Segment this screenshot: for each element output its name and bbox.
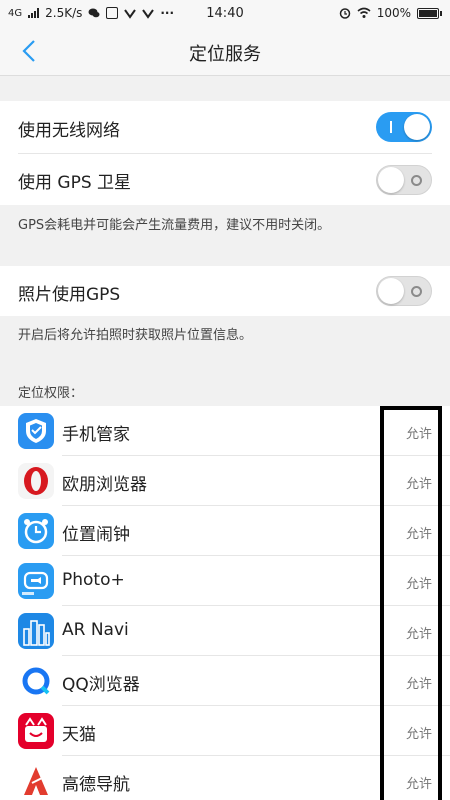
wireless-row[interactable]: 使用无线网络 — [0, 101, 450, 153]
app-row-opera[interactable]: 欧朋浏览器 允许 — [0, 456, 450, 506]
status-right: 100% — [339, 6, 442, 20]
app-row-shoujiguanjia[interactable]: 手机管家 允许 — [0, 406, 450, 456]
city-icon — [18, 613, 54, 649]
battery-percent: 100% — [376, 6, 411, 20]
gps-row[interactable]: 使用 GPS 卫星 — [0, 154, 450, 205]
status-bar: 4G 2.5K/s ··· 14:40 100% — [0, 0, 450, 26]
app-row-qq-browser[interactable]: QQ浏览器 允许 — [0, 656, 450, 706]
app-name: Photo+ — [62, 570, 125, 590]
app-row-alarm[interactable]: 位置闹钟 允许 — [0, 506, 450, 556]
permission-value: 允许 — [405, 777, 432, 792]
more-icon: ··· — [160, 6, 175, 20]
permission-value: 允许 — [405, 477, 432, 492]
app-name: 高德导航 — [62, 775, 130, 795]
page-title: 定位服务 — [189, 44, 261, 65]
network-type: 4G — [8, 7, 23, 19]
camera-icon — [18, 563, 54, 599]
app-name: 欧朋浏览器 — [62, 475, 147, 495]
app-name: QQ浏览器 — [62, 675, 140, 695]
gps-toggle[interactable] — [376, 165, 432, 195]
settings-group-location: 使用无线网络 使用 GPS 卫星 — [0, 101, 450, 205]
amap-icon — [18, 763, 54, 799]
wireless-toggle[interactable] — [376, 112, 432, 142]
photo-gps-label: 照片使用GPS — [18, 285, 121, 305]
app-name: 手机管家 — [62, 425, 130, 445]
tmall-icon — [18, 713, 54, 749]
vivo-icon — [124, 9, 137, 19]
wifi-icon — [357, 7, 371, 18]
app-name: 位置闹钟 — [62, 525, 130, 545]
notification-icon — [106, 7, 119, 19]
app-name: 天猫 — [62, 725, 96, 745]
permission-value: 允许 — [405, 627, 432, 642]
wechat-icon — [88, 8, 100, 18]
permission-value: 允许 — [405, 577, 432, 592]
permission-value: 允许 — [405, 677, 432, 692]
shield-icon — [18, 413, 54, 449]
vivo-icon-2 — [142, 9, 155, 19]
qq-browser-icon — [18, 663, 54, 699]
app-row-amap[interactable]: 高德导航 允许 — [0, 756, 450, 800]
photo-gps-toggle[interactable] — [376, 276, 432, 306]
app-row-ar-navi[interactable]: AR Navi 允许 — [0, 606, 450, 656]
permission-value: 允许 — [405, 727, 432, 742]
photo-gps-row[interactable]: 照片使用GPS — [0, 266, 450, 316]
permission-value: 允许 — [405, 427, 432, 442]
permissions-section-label: 定位权限： — [18, 386, 84, 401]
app-row-tmall[interactable]: 天猫 允许 — [0, 706, 450, 756]
battery-icon — [417, 7, 442, 19]
gps-note: GPS会耗电并可能会产生流量费用，建议不用时关闭。 — [18, 218, 331, 233]
app-name: AR Navi — [62, 620, 129, 640]
network-speed: 2.5K/s — [45, 6, 83, 20]
opera-icon — [18, 463, 54, 499]
gps-label: 使用 GPS 卫星 — [18, 173, 132, 193]
photo-note: 开启后将允许拍照时获取照片位置信息。 — [18, 328, 253, 343]
app-row-photo-plus[interactable]: Photo+ 允许 — [0, 556, 450, 606]
header: 定位服务 — [0, 26, 450, 76]
status-left: 4G 2.5K/s ··· — [8, 6, 174, 20]
alarm-icon — [339, 8, 350, 19]
signal-icon — [28, 8, 40, 18]
permission-value: 允许 — [405, 527, 432, 542]
wireless-label: 使用无线网络 — [18, 121, 120, 141]
alarm-clock-icon — [18, 513, 54, 549]
